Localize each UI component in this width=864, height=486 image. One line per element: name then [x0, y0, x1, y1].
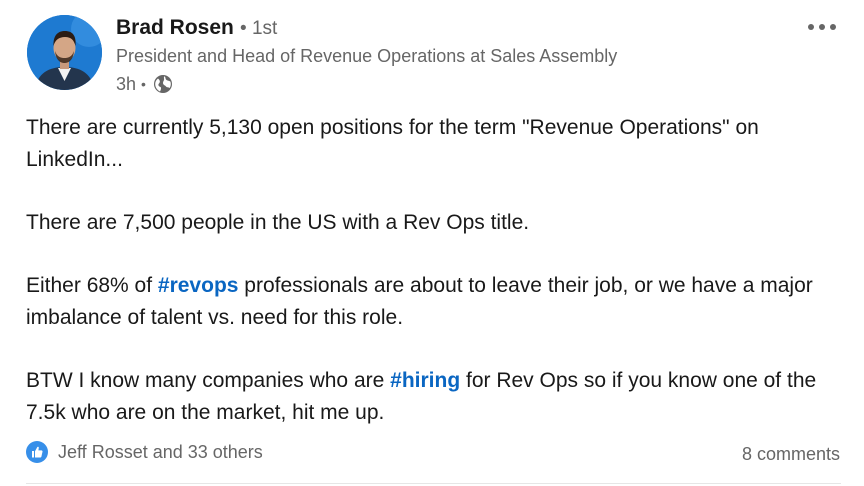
degree-separator: •: [240, 18, 247, 39]
meta-separator: •: [141, 76, 146, 92]
feed-post: Brad Rosen • 1st President and Head of R…: [0, 0, 864, 486]
degree-label: 1st: [251, 18, 278, 39]
paragraph-text: BTW I know many companies who are: [26, 369, 391, 392]
post-time: 3h: [116, 73, 137, 94]
post-paragraph: There are currently 5,130 open positions…: [26, 116, 759, 171]
post-paragraph: Either 68% of #revops professionals are …: [26, 270, 856, 334]
more-dot: [808, 24, 814, 30]
avatar[interactable]: [27, 15, 102, 90]
more-options-icon[interactable]: [802, 14, 842, 40]
reactions-text: Jeff Rosset and 33 others: [58, 441, 263, 462]
post-body: There are currently 5,130 open positions…: [26, 112, 856, 429]
post-meta: 3h •: [116, 72, 174, 96]
hashtag-revops[interactable]: #revops: [158, 274, 239, 297]
post-paragraph: There are 7,500 people in the US with a …: [26, 211, 530, 234]
connection-degree: • 1st: [240, 18, 277, 40]
author-name[interactable]: Brad Rosen: [116, 16, 234, 40]
reactions-summary[interactable]: Jeff Rosset and 33 others: [26, 441, 263, 463]
paragraph-text: Either 68% of: [26, 274, 158, 297]
divider: [26, 483, 841, 484]
more-dot: [819, 24, 825, 30]
hashtag-hiring[interactable]: #hiring: [390, 369, 460, 392]
comments-count[interactable]: 8 comments: [742, 444, 840, 465]
author-headline: President and Head of Revenue Operations…: [116, 46, 618, 66]
post-paragraph: BTW I know many companies who are #hirin…: [26, 365, 856, 429]
more-dot: [830, 24, 836, 30]
globe-icon: [152, 73, 174, 95]
like-icon: [26, 441, 48, 463]
